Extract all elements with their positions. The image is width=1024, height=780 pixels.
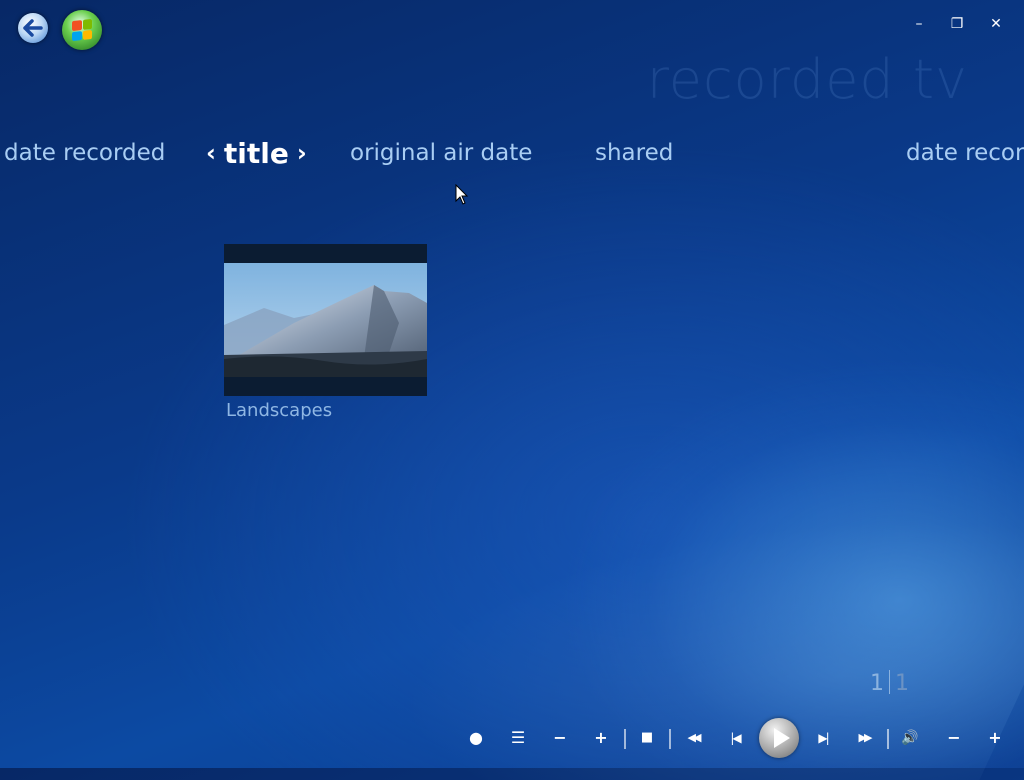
transport-divider [669, 729, 671, 749]
restore-button[interactable]: ❐ [947, 14, 967, 34]
volume-up-button[interactable]: + [985, 718, 1005, 758]
sort-original-air-date[interactable]: original air date [350, 140, 532, 166]
guide-button[interactable]: ☰ [507, 718, 529, 758]
mouse-cursor-icon [455, 184, 469, 205]
recording-tile-landscapes[interactable] [224, 244, 427, 396]
play-button[interactable] [759, 718, 799, 758]
stop-button[interactable]: ■ [637, 718, 657, 758]
page-title: recorded tv [646, 48, 968, 111]
sort-date-recorded[interactable]: date recorded [4, 140, 165, 166]
close-button[interactable]: ✕ [986, 14, 1006, 34]
close-icon: ✕ [990, 16, 1002, 32]
sort-shared[interactable]: shared [595, 140, 673, 166]
stop-icon: ■ [640, 730, 654, 745]
plus-icon: + [988, 728, 1002, 747]
minimize-button[interactable]: – [909, 14, 929, 34]
channel-up-button[interactable]: + [591, 718, 611, 758]
previous-icon: |◀ [730, 731, 741, 745]
next-icon: ▶| [818, 731, 829, 745]
plus-icon: + [594, 728, 608, 747]
recording-thumbnail [224, 263, 427, 377]
previous-button[interactable]: |◀ [723, 718, 747, 758]
rewind-icon: ◀◀ [687, 731, 702, 744]
mute-button[interactable]: 🔊 [898, 718, 922, 758]
transport-controls: ● ☰ − + ■ ◀◀ |◀ ▶| ▶▶ 🔊 − + [0, 718, 1024, 758]
sort-title-label: title [223, 137, 289, 170]
volume-down-button[interactable]: − [944, 718, 964, 758]
next-button[interactable]: ▶| [811, 718, 835, 758]
minus-icon: − [553, 728, 567, 747]
record-button[interactable]: ● [466, 718, 486, 758]
sort-date-recorded-wrap[interactable]: date recor [906, 140, 1024, 166]
page-current: 1 [870, 671, 884, 696]
transport-divider [624, 729, 626, 749]
page-separator [889, 670, 890, 694]
recording-title: Landscapes [226, 400, 333, 421]
windows-media-center-start-button[interactable] [62, 10, 102, 50]
chevron-left-icon[interactable]: ‹ [206, 139, 216, 167]
rewind-button[interactable]: ◀◀ [680, 718, 706, 758]
minus-icon: − [947, 728, 961, 747]
fast-forward-icon: ▶▶ [858, 731, 873, 744]
back-arrow-icon [23, 19, 43, 37]
back-button[interactable] [18, 13, 48, 43]
restore-icon: ❐ [950, 16, 964, 32]
transport-divider [887, 729, 889, 749]
windows-flag-icon [72, 18, 92, 42]
minimize-icon: – [915, 16, 923, 32]
record-icon: ● [469, 728, 483, 747]
volume-icon: 🔊 [901, 730, 919, 746]
page-indicator: 11 [870, 670, 909, 696]
chevron-right-icon[interactable]: › [297, 139, 307, 167]
fast-forward-button[interactable]: ▶▶ [851, 718, 877, 758]
page-total: 1 [895, 671, 909, 696]
channel-down-button[interactable]: − [550, 718, 570, 758]
sort-title[interactable]: ‹ title › [198, 137, 315, 170]
guide-icon: ☰ [510, 728, 526, 747]
